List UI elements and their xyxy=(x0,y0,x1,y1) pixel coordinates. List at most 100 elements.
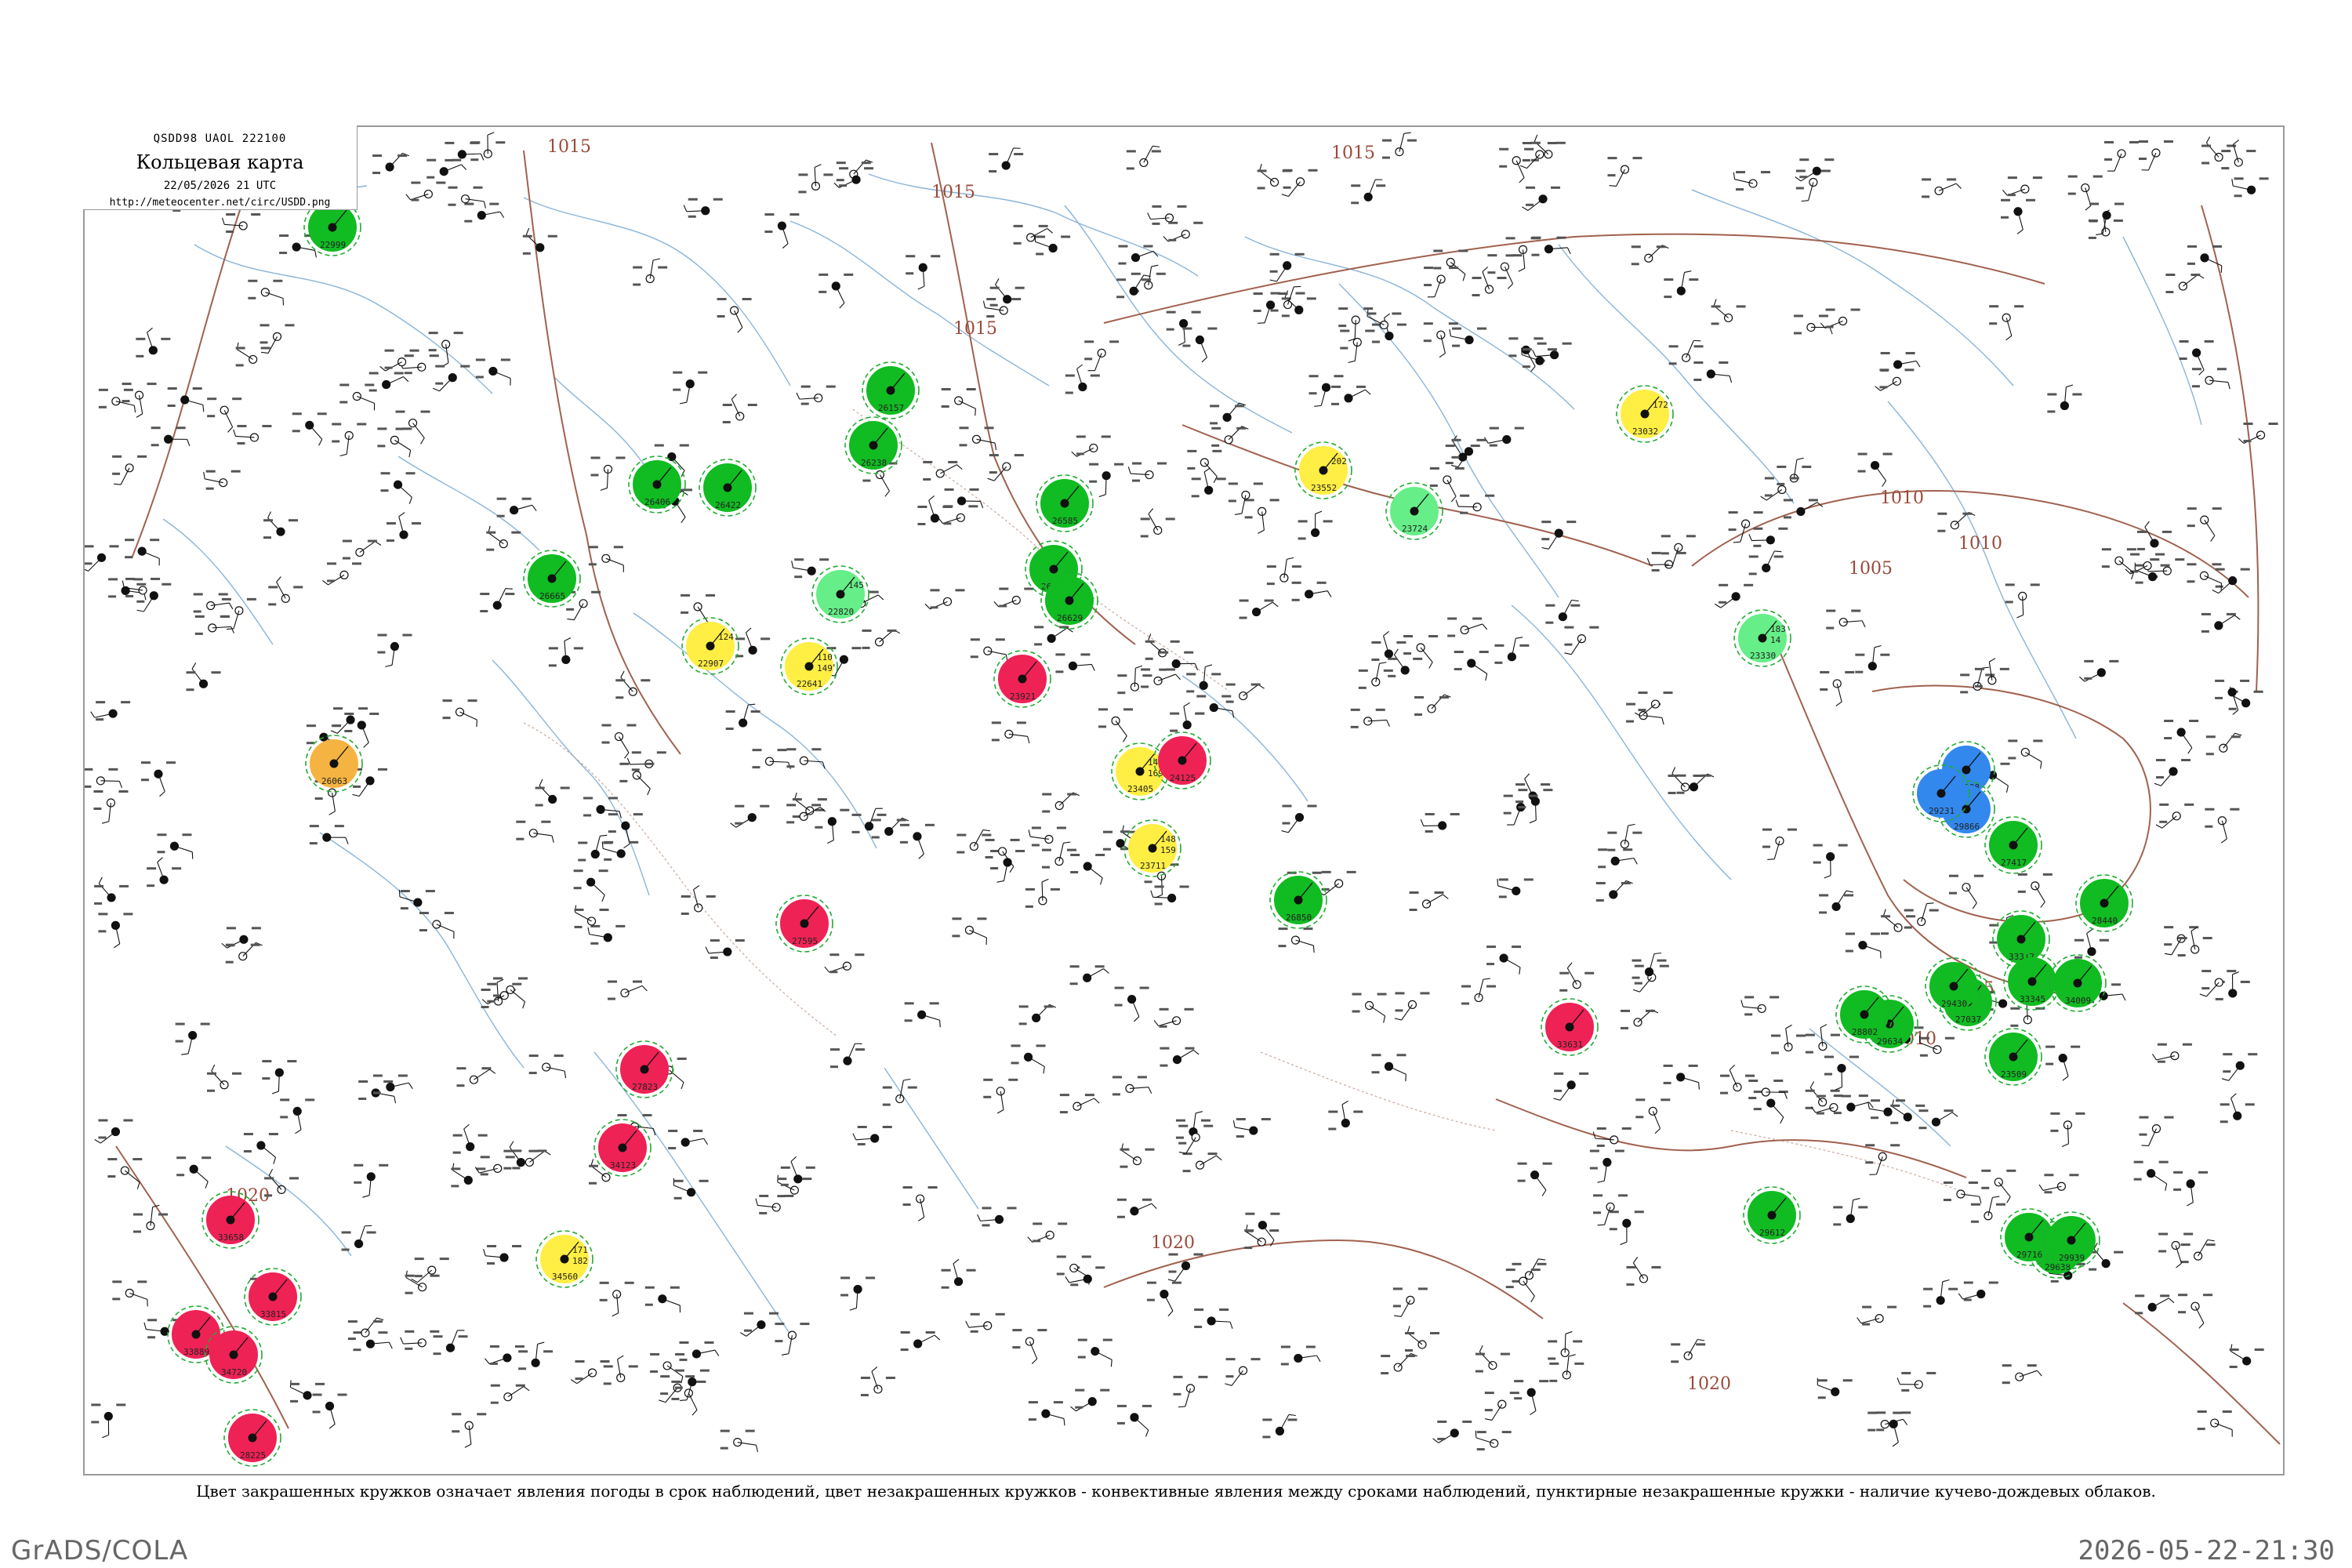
station-index: 26629 xyxy=(1057,613,1083,623)
station-symbol xyxy=(1497,878,1534,898)
station-index: 27417 xyxy=(2001,858,2027,868)
station-thunder-marker[interactable]: 34123 xyxy=(593,1119,652,1177)
station-precip-marker[interactable]: 26585 xyxy=(1036,474,1094,532)
station-symbol xyxy=(578,834,613,862)
station-symbol xyxy=(1266,557,1301,586)
station-symbol xyxy=(1609,1210,1644,1246)
station-precip-marker[interactable]: 34009 xyxy=(2049,954,2107,1012)
station-thunder-marker[interactable]: 33631 xyxy=(1541,998,1599,1056)
station-symbol xyxy=(1328,1100,1363,1131)
station-symbol xyxy=(1522,186,1561,211)
station-fog-marker[interactable]: 202 23552 xyxy=(1294,441,1352,499)
station-fog-marker[interactable]: 124 22907 xyxy=(681,617,739,675)
isobar-labels: 1015101510151015101010101005100510101020… xyxy=(226,137,2002,1394)
station-symbol xyxy=(1013,224,1053,245)
station-symbol xyxy=(1813,844,1848,879)
station-index: 23405 xyxy=(1127,784,1153,794)
station-symbol xyxy=(571,1360,610,1385)
station-symbol xyxy=(1711,299,1746,325)
station-symbol xyxy=(574,905,609,928)
station-symbol xyxy=(1484,1392,1519,1421)
station-symbol xyxy=(1429,466,1465,503)
station-precip-marker[interactable]: 26157 xyxy=(862,361,920,419)
station-symbol xyxy=(432,365,470,392)
station-fog-marker[interactable]: 172 23032 xyxy=(1616,385,1674,443)
station-symbol xyxy=(791,558,829,579)
station-symbol xyxy=(1298,510,1333,540)
station-symbol xyxy=(452,1123,488,1154)
station-symbol xyxy=(268,576,303,606)
station-symbol xyxy=(1269,252,1305,282)
station-symbol xyxy=(1855,644,1890,673)
station-precip-marker[interactable]: 33345 xyxy=(2003,953,2061,1011)
station-symbol xyxy=(352,768,388,797)
station-symbol xyxy=(309,825,349,845)
isobar-label: 1010 xyxy=(1880,488,1924,508)
station-tendency: 149 xyxy=(817,663,833,673)
station-symbol xyxy=(377,633,412,667)
station-pressure: 172 xyxy=(1653,400,1668,410)
station-index: 34720 xyxy=(221,1367,247,1377)
station-symbol xyxy=(2000,198,2035,234)
map-canvas: 1015101510151015101010101005100510101020… xyxy=(85,132,2281,1467)
station-precip-marker[interactable]: 23509 xyxy=(1984,1028,2042,1086)
station-symbol xyxy=(1163,221,1203,242)
station-symbol xyxy=(1875,368,1915,391)
map-header: QSDD98 UAOL 222100 Кольцевая карта 22/05… xyxy=(83,125,358,210)
station-precip-marker[interactable]: 26238 xyxy=(844,416,902,474)
station-symbol xyxy=(1153,1007,1194,1028)
station-precip-marker[interactable]: 28440 xyxy=(2075,874,2133,932)
station-fog-marker[interactable]: 171182 34560 xyxy=(535,1230,593,1288)
station-fog-marker[interactable]: 148159 23711 xyxy=(1123,819,1181,877)
station-precip-marker[interactable]: 29612 xyxy=(1743,1186,1801,1244)
station-symbol xyxy=(1881,909,1916,935)
station-symbol xyxy=(1447,617,1488,637)
source-url[interactable]: http://meteocenter.net/circ/USDD.png xyxy=(83,197,357,209)
station-symbol xyxy=(221,597,256,630)
station-symbol xyxy=(1958,1281,1998,1301)
station-symbol xyxy=(1762,828,1797,860)
station-thunder-marker[interactable]: 24125 xyxy=(1153,731,1211,789)
station-symbol xyxy=(601,840,639,861)
station-symbol xyxy=(780,1156,815,1186)
station-symbol xyxy=(490,1384,530,1404)
station-symbol xyxy=(1530,134,1566,162)
station-precip-marker[interactable]: 26850 xyxy=(1269,871,1327,929)
station-precip-marker[interactable]: 29939 xyxy=(2042,1211,2100,1269)
station-index: 28225 xyxy=(240,1450,266,1461)
station-symbol xyxy=(924,589,965,610)
station-precip-marker[interactable]: 26629 xyxy=(1040,572,1098,630)
station-symbol xyxy=(566,590,601,621)
station-thunder-marker[interactable]: 23921 xyxy=(993,650,1051,708)
station-haze-marker[interactable]: 26063 xyxy=(305,735,363,793)
station-thunder-marker[interactable]: 27595 xyxy=(775,895,833,953)
station-thunder-marker[interactable]: 27823 xyxy=(615,1040,673,1098)
station-thunder-marker[interactable]: 28225 xyxy=(223,1409,281,1467)
station-thunder-marker[interactable]: 34720 xyxy=(205,1326,263,1384)
station-symbol xyxy=(1381,132,1417,159)
station-symbol xyxy=(1257,163,1292,190)
station-drizzle-marker[interactable]: 23724 xyxy=(1385,482,1443,540)
station-symbol xyxy=(289,1380,325,1403)
station-symbol xyxy=(1943,1181,1982,1204)
station-symbol xyxy=(1145,633,1180,660)
station-symbol xyxy=(1635,1098,1671,1134)
station-symbol xyxy=(2201,612,2241,633)
station-precip-marker[interactable]: 27417 xyxy=(1984,816,2042,874)
station-tendency: 14 xyxy=(1770,635,1781,645)
station-symbol xyxy=(2017,873,2053,908)
station-symbol xyxy=(599,1281,634,1317)
station-thunder-marker[interactable]: 33815 xyxy=(244,1268,302,1326)
station-symbol xyxy=(1071,435,1111,457)
station-symbol xyxy=(1753,1091,1788,1124)
station-fog-marker[interactable]: 110149 22641 xyxy=(780,637,838,695)
station-symbol xyxy=(1392,1287,1428,1317)
station-symbol xyxy=(2165,274,2205,294)
station-index: 29231 xyxy=(1929,806,1955,816)
station-symbol xyxy=(991,721,1030,744)
station-drizzle-marker[interactable]: 145 22820 xyxy=(811,565,869,623)
station-symbol xyxy=(186,662,221,691)
station-precip-marker[interactable]: 26422 xyxy=(699,459,757,517)
station-symbol xyxy=(899,823,935,859)
station-precip-marker[interactable]: 26665 xyxy=(523,550,581,608)
